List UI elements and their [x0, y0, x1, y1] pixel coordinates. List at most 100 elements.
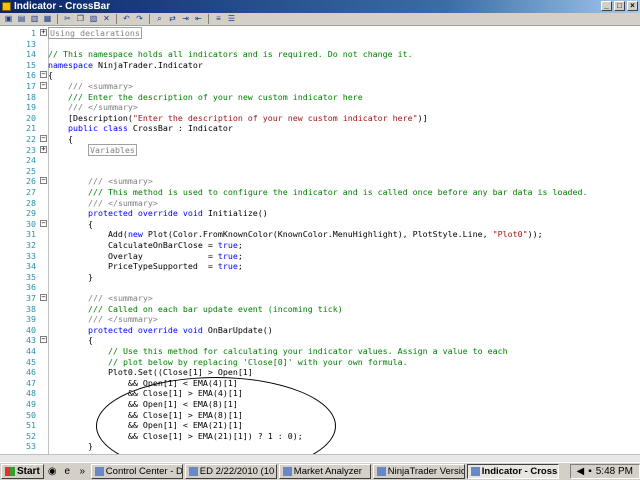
taskbar-button[interactable]: Control Center - D... [90, 464, 183, 479]
comment-icon[interactable]: ≡ [213, 14, 224, 24]
code-text: /// </summary> [87, 197, 158, 208]
code-line[interactable]: 24 [0, 155, 640, 166]
code-line[interactable]: 39 /// </summary> [0, 314, 640, 325]
undo-icon[interactable]: ↶ [121, 14, 132, 24]
save-all-icon[interactable]: ▤ [16, 14, 27, 24]
code-line[interactable]: 48 && Close[1] > EMA(4)[1] [0, 388, 640, 399]
code-line[interactable]: 20 [Description("Enter the description o… [0, 113, 640, 124]
quick-launch-firefox-icon[interactable]: ◉ [46, 465, 59, 478]
app-icon [2, 2, 11, 11]
cut-icon[interactable]: ✂ [62, 14, 73, 24]
paste-icon[interactable]: ▧ [88, 14, 99, 24]
code-line[interactable]: 37− /// <summary> [0, 293, 640, 304]
fold-toggle-icon[interactable]: − [40, 219, 47, 227]
code-text: // Use this method for calculating your … [107, 346, 508, 356]
network-icon[interactable]: ▪ [588, 466, 592, 477]
fold-toggle-icon[interactable]: + [40, 145, 47, 153]
code-line[interactable]: 49 && Open[1] < EMA(8)[1] [0, 399, 640, 410]
code-text: && Open[1] < EMA(21)[1] [48, 420, 243, 431]
fold-toggle-icon[interactable]: − [40, 82, 47, 89]
line-number: 26 [26, 176, 36, 187]
minimize-button[interactable]: _ [601, 1, 612, 11]
code-line[interactable]: 38 /// Called on each bar update event (… [0, 304, 640, 315]
code-text: && Close[1] > EMA(21)[1]) ? 1 : 0); [48, 430, 303, 441]
taskbar-button[interactable]: Indicator - Cross... [466, 464, 559, 479]
taskbar-button-label: ED 2/22/2010 (10 ... [199, 466, 277, 477]
indent-icon[interactable]: ⇥ [180, 14, 191, 24]
code-line[interactable]: 18 /// Enter the description of your new… [0, 92, 640, 103]
code-line[interactable]: 34 PriceTypeSupported = true; [0, 261, 640, 272]
code-line[interactable]: 1 + Using declarations [0, 27, 640, 39]
code-line[interactable]: 22− { [0, 134, 640, 145]
close-button[interactable]: × [627, 1, 638, 11]
code-line[interactable]: 51 && Open[1] < EMA(21)[1] [0, 420, 640, 431]
code-line[interactable]: 23 + Variables [0, 143, 640, 156]
line-number: 34 [26, 261, 36, 272]
code-line[interactable]: 47 && Open[1] < EMA(4)[1] [0, 378, 640, 389]
code-line[interactable]: 50 && Close[1] > EMA(8)[1] [0, 410, 640, 421]
redo-icon[interactable]: ↷ [134, 14, 145, 24]
code-line[interactable]: 21 public class CrossBar : Indicator [0, 123, 640, 134]
code-line[interactable]: 19 /// </summary> [0, 102, 640, 113]
line-number: 28 [26, 197, 36, 208]
line-number: 39 [26, 314, 36, 325]
print-icon[interactable]: ▥ [29, 14, 40, 24]
line-number: 35 [26, 271, 36, 282]
code-line[interactable]: 44 // Use this method for calculating yo… [0, 346, 640, 357]
speaker-icon[interactable]: ◀ [577, 466, 585, 477]
delete-icon[interactable]: ✕ [101, 14, 112, 24]
fold-toggle-icon[interactable]: − [40, 71, 47, 79]
taskbar-button-label: Market Analyzer [293, 466, 362, 477]
code-line[interactable]: 30− { [0, 219, 640, 230]
start-button[interactable]: Start [1, 464, 44, 479]
code-line[interactable]: 16−{ [0, 70, 640, 81]
code-line[interactable]: 52 && Close[1] > EMA(21)[1]) ? 1 : 0); [0, 431, 640, 442]
fold-toggle-icon[interactable]: − [40, 294, 47, 301]
code-editor[interactable]: 1 + Using declarations 13 14// This namespac… [0, 27, 640, 475]
code-line[interactable]: 53 } [0, 441, 640, 452]
code-line[interactable]: 26− /// <summary> [0, 176, 640, 187]
code-line[interactable]: 28 /// </summary> [0, 198, 640, 209]
code-text: CalculateOnBarClose = true; [48, 240, 243, 250]
fold-toggle-icon[interactable]: − [40, 336, 47, 344]
code-line[interactable]: 25 [0, 166, 640, 177]
code-line[interactable]: 29 protected override void Initialize() [0, 208, 640, 219]
line-number: 22 [26, 134, 36, 144]
code-line[interactable]: 36 [0, 282, 640, 293]
code-line[interactable]: 17− /// <summary> [0, 81, 640, 92]
taskbar-button[interactable]: Market Analyzer [278, 464, 371, 479]
fold-toggle-icon[interactable]: − [40, 177, 47, 185]
line-number: 14 [26, 49, 36, 60]
code-line[interactable]: 35 } [0, 272, 640, 283]
code-line[interactable]: 32 CalculateOnBarClose = true; [0, 240, 640, 251]
code-line[interactable]: 46 Plot0.Set((Close[1] > Open[1] [0, 367, 640, 378]
quick-launch-ie-icon[interactable]: e [61, 465, 74, 478]
code-line[interactable]: 13 [0, 39, 640, 50]
save-icon[interactable]: ▣ [3, 14, 14, 24]
horizontal-scrollbar[interactable] [0, 454, 640, 462]
maximize-button[interactable]: □ [614, 1, 625, 11]
code-line[interactable]: 27 /// This method is used to configure … [0, 187, 640, 198]
taskbar-button[interactable]: NinjaTrader Versio... [372, 464, 465, 479]
quick-launch-ebay-icon[interactable]: » [76, 465, 89, 478]
fold-toggle-icon[interactable]: + [40, 29, 47, 36]
find-icon[interactable]: ⌕ [154, 14, 165, 24]
uncomment-icon[interactable]: ☰ [226, 14, 237, 24]
print-preview-icon[interactable]: ▦ [42, 14, 53, 24]
code-line[interactable]: 14 // This namespace holds all indicators… [0, 49, 640, 60]
taskbar-button[interactable]: ED 2/22/2010 (10 ... [184, 464, 277, 479]
code-line[interactable]: 33 Overlay = true; [0, 251, 640, 262]
code-line[interactable]: 43− { [0, 335, 640, 346]
code-text: && Open[1] < EMA(8)[1] [48, 399, 238, 409]
windows-logo-icon [5, 467, 15, 476]
code-line[interactable]: 31 Add(new Plot(Color.FromKnownColor(Kno… [0, 229, 640, 240]
outdent-icon[interactable]: ⇤ [193, 14, 204, 24]
code-line[interactable]: 40 protected override void OnBarUpdate() [0, 325, 640, 336]
copy-icon[interactable]: ❐ [75, 14, 86, 24]
fold-toggle-icon[interactable]: − [40, 135, 47, 142]
code-line[interactable]: 45 // plot below by replacing 'Close[0]'… [0, 357, 640, 368]
code-line[interactable]: 15 namespace NinjaTrader.Indicator [0, 60, 640, 71]
find-replace-icon[interactable]: ⇄ [167, 14, 178, 24]
line-number: 36 [26, 282, 36, 293]
line-number: 50 [26, 409, 36, 420]
